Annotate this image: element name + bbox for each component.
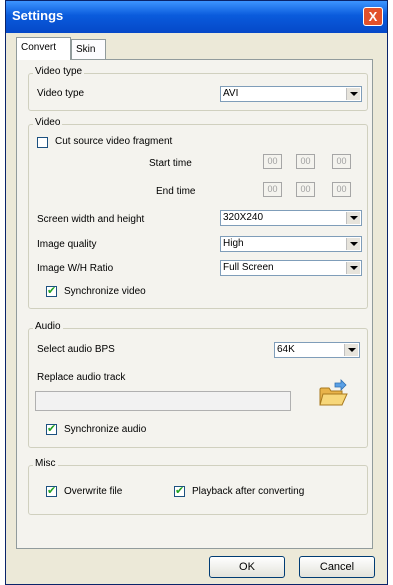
image-quality-select[interactable]: High	[220, 236, 362, 252]
video-type-value: AVI	[223, 88, 239, 99]
sync-video-checkbox[interactable]	[46, 284, 57, 297]
title-bar: Settings X	[6, 1, 387, 33]
image-ratio-label: Image W/H Ratio	[37, 263, 114, 274]
group-video-type-label: Video type	[33, 66, 85, 77]
screen-size-value: 320X240	[223, 212, 264, 223]
cut-fragment-label: Cut source video fragment	[55, 136, 173, 147]
group-video: Video Cut source video fragment Start ti…	[28, 117, 368, 309]
folder-open-icon[interactable]	[317, 379, 349, 411]
playback-label: Playback after converting	[192, 486, 305, 497]
end-time-label: End time	[156, 186, 196, 197]
group-audio-label: Audio	[33, 321, 63, 332]
group-video-label: Video	[33, 117, 63, 128]
cancel-button[interactable]: Cancel	[299, 556, 375, 578]
chevron-down-icon	[344, 344, 358, 356]
audio-bps-value: 64K	[277, 344, 295, 355]
chevron-down-icon	[346, 262, 360, 274]
screen-size-label: Screen width and height	[37, 214, 145, 225]
tab-convert-label: Convert	[21, 42, 57, 53]
image-quality-label: Image quality	[37, 239, 97, 250]
window-title: Settings	[12, 8, 64, 23]
video-type-label: Video type	[37, 88, 85, 99]
chevron-down-icon	[346, 212, 360, 224]
image-ratio-value: Full Screen	[223, 262, 274, 273]
sync-audio-label: Synchronize audio	[64, 424, 147, 435]
audio-track-path-field[interactable]	[35, 391, 291, 411]
sync-video-label: Synchronize video	[64, 286, 146, 297]
close-icon: X	[368, 9, 378, 24]
overwrite-file-checkbox[interactable]	[46, 484, 57, 497]
screen-size-select[interactable]: 320X240	[220, 210, 362, 226]
close-button[interactable]: X	[363, 7, 383, 26]
end-second-field[interactable]: 00	[332, 182, 351, 197]
cut-fragment-checkbox[interactable]	[37, 137, 48, 148]
group-misc-label: Misc	[33, 458, 58, 469]
end-hour-field[interactable]: 00	[263, 182, 282, 197]
sync-audio-checkbox[interactable]	[46, 422, 57, 435]
start-hour-field[interactable]: 00	[263, 154, 282, 169]
image-quality-value: High	[223, 238, 244, 249]
ok-button[interactable]: OK	[209, 556, 285, 578]
settings-window: Settings X Convert Skin Video type Video…	[5, 0, 388, 585]
end-minute-field[interactable]: 00	[296, 182, 315, 197]
start-second-field[interactable]: 00	[332, 154, 351, 169]
playback-checkbox[interactable]	[174, 484, 185, 497]
image-ratio-select[interactable]: Full Screen	[220, 260, 362, 276]
group-audio: Audio Select audio BPS 64K Replace audio…	[28, 321, 368, 448]
group-video-type: Video type Video type AVI	[28, 66, 368, 111]
group-misc: Misc Overwrite file Playback after conve…	[28, 458, 368, 515]
tab-skin-label: Skin	[76, 44, 96, 55]
tab-convert[interactable]: Convert	[16, 37, 71, 60]
overwrite-file-label: Overwrite file	[64, 486, 123, 497]
start-time-label: Start time	[149, 158, 192, 169]
chevron-down-icon	[346, 88, 360, 100]
video-type-select[interactable]: AVI	[220, 86, 362, 102]
replace-audio-label: Replace audio track	[37, 372, 126, 383]
start-minute-field[interactable]: 00	[296, 154, 315, 169]
audio-bps-select[interactable]: 64K	[274, 342, 360, 358]
audio-bps-label: Select audio BPS	[37, 344, 115, 355]
tab-skin[interactable]: Skin	[71, 39, 106, 59]
chevron-down-icon	[346, 238, 360, 250]
